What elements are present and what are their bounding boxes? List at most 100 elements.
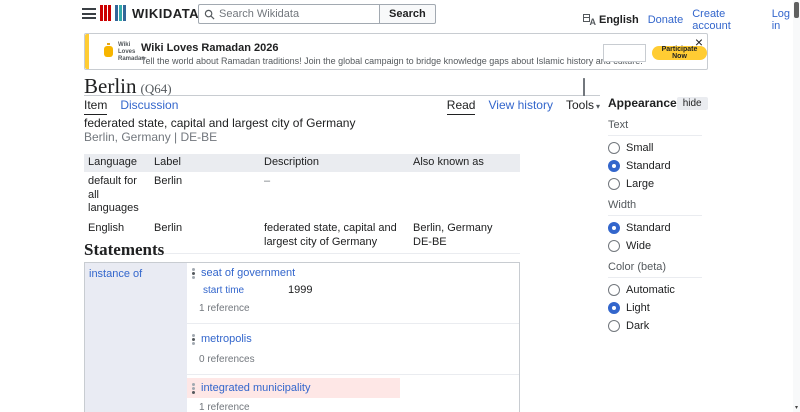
radio-button[interactable] — [608, 222, 620, 234]
column-header-also-known-as: Also known as — [413, 156, 484, 168]
rank-selector-icon[interactable] — [191, 267, 196, 279]
wikidata-item-page: WIKIDATA Search A English Donate Create … — [0, 0, 800, 412]
radio-text-small[interactable]: Small — [608, 142, 702, 154]
radio-text-standard[interactable]: Standard — [608, 160, 702, 172]
cell-description: federated state, capital and largest cit… — [264, 222, 397, 248]
tab-discussion[interactable]: Discussion — [120, 98, 178, 114]
header-user-links: A English Donate Create account Log in — [583, 8, 800, 32]
property-column: instance of — [85, 263, 187, 412]
radio-width-standard[interactable]: Standard — [608, 222, 702, 234]
statement-value-link[interactable]: integrated municipality — [201, 382, 310, 394]
scroll-down-arrow-icon[interactable]: ▾ — [793, 404, 800, 411]
scrollbar-thumb[interactable] — [794, 2, 799, 18]
language-selector[interactable]: A English — [583, 14, 639, 27]
radio-button[interactable] — [608, 160, 620, 172]
statements-heading: Statements — [84, 240, 165, 259]
references-toggle[interactable]: 1 reference — [199, 303, 519, 323]
radio-text-large[interactable]: Large — [608, 178, 702, 190]
tools-menu[interactable]: Tools ▾ — [566, 98, 600, 114]
radio-button[interactable] — [608, 178, 620, 190]
radio-label: Dark — [626, 320, 650, 332]
radio-color-light[interactable]: Light — [608, 302, 702, 314]
radio-button[interactable] — [608, 320, 620, 332]
entity-id: (Q64) — [140, 81, 172, 96]
statement: integrated municipality 1 reference — [187, 375, 519, 412]
qualifier-value: 1999 — [288, 284, 313, 296]
language-label: English — [599, 14, 639, 26]
tab-read[interactable]: Read — [446, 98, 476, 115]
radio-label: Light — [626, 302, 650, 314]
hamburger-menu-icon[interactable] — [82, 8, 96, 19]
statement-value-link[interactable]: metropolis — [201, 333, 252, 345]
statement-value-link[interactable]: seat of government — [201, 267, 295, 279]
section-label-width: Width — [608, 199, 702, 216]
cell-aliases: Berlin, Germany DE-BE — [413, 222, 493, 248]
rank-selector-icon[interactable] — [191, 333, 196, 345]
radio-width-wide[interactable]: Wide — [608, 240, 702, 252]
statement: metropolis 0 references — [187, 324, 519, 375]
ramadan-lantern-icon — [104, 43, 113, 58]
appearance-title: Appearance — [608, 96, 677, 110]
column-header-label: Label — [154, 156, 181, 168]
cell-aliases — [409, 172, 520, 219]
references-toggle[interactable]: 0 references — [199, 354, 519, 374]
entity-aliases: Berlin, Germany | DE-BE — [84, 130, 218, 144]
search-field[interactable] — [198, 4, 380, 24]
radio-label: Wide — [626, 240, 652, 252]
qualifier-property-link[interactable]: start time — [203, 285, 288, 296]
property-link[interactable]: instance of — [89, 268, 142, 280]
create-account-link[interactable]: Create account — [692, 8, 762, 32]
radio-label: Standard — [626, 160, 671, 172]
donate-link[interactable]: Donate — [648, 14, 683, 26]
language-icon: A — [583, 14, 596, 27]
search-input[interactable] — [219, 8, 369, 20]
radio-color-dark[interactable]: Dark — [608, 320, 702, 332]
page-title: Berlin — [84, 74, 137, 98]
close-icon[interactable]: × — [695, 35, 703, 49]
page-tabs: Item Discussion Read View history Tools ▾ — [84, 98, 600, 115]
terms-table: Language Label Description Also known as… — [84, 154, 520, 254]
page-title-block: Berlin (Q64) — [84, 74, 600, 98]
radio-label: Small — [626, 142, 654, 154]
terms-table-header: Language Label Description Also known as — [84, 154, 520, 172]
radio-label: Large — [626, 178, 655, 190]
chevron-down-icon: ▾ — [595, 102, 600, 111]
section-label-text: Text — [608, 119, 702, 136]
statement-group: instance of seat of government start tim… — [84, 262, 520, 412]
qualifier: start time 1999 — [203, 282, 519, 298]
appearance-panel: Appearance hide Text Small Standard Larg… — [608, 96, 708, 332]
radio-button[interactable] — [608, 142, 620, 154]
radio-button[interactable] — [608, 302, 620, 314]
banner-image-placeholder — [603, 44, 646, 62]
statement: seat of government start time 1999 1 ref… — [187, 263, 519, 324]
banner-title: Wiki Loves Ramadan 2026 — [141, 42, 279, 54]
wikidata-barcode-icon — [100, 5, 126, 21]
search-icon — [204, 9, 215, 20]
tab-item[interactable]: Item — [84, 98, 108, 115]
wikidata-logo-text: WIKIDATA — [132, 5, 200, 21]
table-row: default for all languages Berlin – — [84, 172, 520, 219]
cell-label: Berlin — [154, 222, 183, 234]
banner-accent-bar — [85, 34, 89, 69]
column-header-description: Description — [264, 156, 320, 168]
protection-lock-icon — [583, 78, 592, 97]
cell-description: – — [264, 174, 271, 187]
wiki-loves-ramadan-banner: Wiki Loves Ramadan Wiki Loves Ramadan 20… — [84, 33, 708, 70]
radio-button[interactable] — [608, 284, 620, 296]
statement-values: seat of government start time 1999 1 ref… — [187, 263, 519, 412]
banner-subtitle: Tell the world about Ramadan traditions!… — [141, 56, 643, 66]
references-toggle[interactable]: 1 reference — [199, 402, 519, 412]
page-scrollbar[interactable]: ▾ — [793, 0, 800, 412]
search-button[interactable]: Search — [379, 4, 436, 24]
radio-label: Standard — [626, 222, 671, 234]
wikidata-logo[interactable]: WIKIDATA — [100, 5, 199, 21]
cell-label: Berlin — [154, 174, 183, 187]
radio-color-automatic[interactable]: Automatic — [608, 284, 702, 296]
tab-view-history[interactable]: View history — [488, 98, 552, 114]
section-label-color: Color (beta) — [608, 261, 702, 278]
radio-button[interactable] — [608, 240, 620, 252]
hide-appearance-button[interactable]: hide — [676, 96, 708, 110]
rank-selector-icon[interactable] — [191, 382, 196, 394]
radio-label: Automatic — [626, 284, 675, 296]
column-header-language: Language — [88, 156, 137, 168]
